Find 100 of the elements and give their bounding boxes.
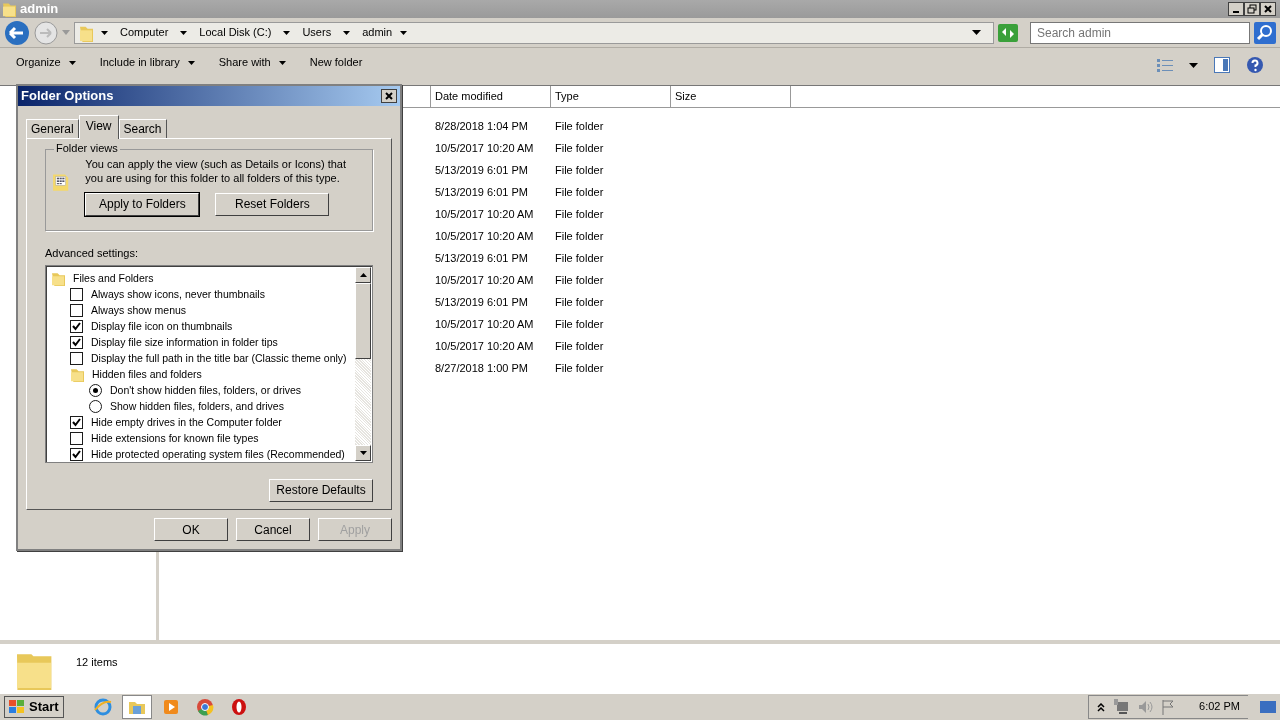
check-icon (71, 417, 82, 429)
table-cell-text: File folder (554, 229, 605, 244)
caret-icon (180, 30, 188, 35)
checkbox[interactable] (70, 448, 83, 461)
close-icon (1263, 4, 1273, 14)
option-label[interactable]: Display file size information in folder tips (91, 336, 278, 349)
refresh-icon[interactable] (998, 23, 1018, 42)
checkbox[interactable] (70, 336, 83, 350)
folder-icon (70, 367, 84, 383)
toolbar-button[interactable]: Include in library (99, 56, 195, 70)
option-label[interactable]: Hide empty drives in the Computer folder (91, 416, 282, 429)
table-cell-text: 5/13/2019 6:01 PM (434, 185, 529, 200)
description: You can apply the view (such as Details or Icons) that you are using for this folder to all folders of this type. (85, 158, 347, 185)
checkbox[interactable] (70, 304, 83, 318)
table-cell-text: File folder (554, 317, 605, 332)
radio-button[interactable] (89, 384, 102, 398)
option-label[interactable]: Don't show hidden files, folders, or drives (110, 384, 302, 397)
caret-icon (101, 30, 108, 35)
network-icon[interactable] (1113, 699, 1130, 715)
tab[interactable]: Search (118, 119, 167, 139)
taskbar-button[interactable] (121, 695, 152, 719)
o-letter-icon (229, 698, 248, 716)
table-cell-text: File folder (554, 207, 605, 222)
search-field[interactable]: Search admin (1030, 21, 1250, 44)
table-cell-text: File folder (554, 185, 605, 200)
flag-icon[interactable] (1161, 699, 1176, 715)
column-header[interactable]: Date modified (431, 86, 551, 107)
chevron-up-icon[interactable] (1097, 702, 1106, 712)
close-button[interactable] (1260, 2, 1276, 16)
table-cell-text: 5/13/2019 6:01 PM (434, 163, 529, 178)
breadcrumb-item[interactable]: Users (298, 25, 336, 40)
table-cell-text: 8/27/2018 1:00 PM (434, 361, 529, 376)
folder-icon (51, 271, 65, 287)
button[interactable]: OK (154, 518, 228, 542)
checkbox[interactable] (70, 352, 83, 366)
option-label[interactable]: Hide extensions for known file types (91, 432, 259, 445)
caret-icon (343, 30, 351, 35)
clock[interactable]: 6:02 PM (1199, 700, 1240, 714)
window-title: admin (20, 1, 59, 17)
table-cell-text: File folder (554, 251, 605, 266)
caret-icon[interactable] (1189, 62, 1198, 68)
scrollbar[interactable] (355, 266, 371, 461)
checkbox[interactable] (70, 288, 83, 302)
ring-icon (195, 698, 214, 716)
column-header[interactable]: Type (551, 86, 671, 107)
section-label: Advanced settings: (45, 247, 139, 261)
toolbar-button[interactable]: Organize (16, 56, 76, 70)
option-label[interactable]: Always show menus (91, 304, 187, 317)
table-cell-text: File folder (554, 119, 605, 134)
button[interactable]: Cancel (236, 518, 310, 542)
check-icon (71, 337, 82, 349)
search-icon[interactable] (1254, 21, 1276, 44)
close-button[interactable] (381, 89, 397, 103)
address-field[interactable]: Computer Local Disk (C:) Users admin (74, 21, 994, 44)
table-cell-text: File folder (554, 273, 605, 288)
table-cell-text: 10/5/2017 10:20 AM (434, 229, 535, 244)
preview-pane-icon[interactable] (1214, 57, 1230, 73)
option-label[interactable]: Display the full path in the title bar (Classic theme only) (91, 352, 347, 365)
globe-icon (93, 698, 112, 716)
option-label[interactable]: Always show icons, never thumbnails (91, 288, 265, 301)
start-button[interactable]: Start (4, 696, 64, 718)
table-cell-text: 10/5/2017 10:20 AM (434, 141, 535, 156)
dialog-title: Folder Options (21, 88, 114, 104)
minimize-button[interactable] (1228, 2, 1244, 16)
help-icon[interactable] (1246, 56, 1264, 74)
table-cell-text: 10/5/2017 10:20 AM (434, 273, 535, 288)
back-icon[interactable] (4, 19, 30, 46)
breadcrumb-item[interactable]: Computer (116, 25, 173, 40)
minimize-icon (1233, 11, 1239, 13)
checkbox[interactable] (70, 320, 83, 334)
button[interactable]: Reset Folders (215, 192, 330, 216)
check-icon (71, 321, 82, 333)
checkbox[interactable] (70, 416, 83, 430)
option-label[interactable]: Hide protected operating system files (Recommended) (91, 448, 345, 461)
option-label[interactable]: Display file icon on thumbnails (91, 320, 233, 333)
breadcrumb-item[interactable]: Local Disk (C:) (195, 25, 276, 40)
tab[interactable]: View (78, 115, 119, 140)
toolbar-button[interactable]: New folder (309, 56, 363, 70)
restore-button[interactable] (1244, 2, 1260, 16)
restore-defaults-button[interactable]: Restore Defaults (269, 478, 373, 502)
table-cell-text: File folder (554, 361, 605, 376)
toolbar-button[interactable]: Share with (218, 56, 286, 70)
table-cell-text: 10/5/2017 10:20 AM (434, 317, 535, 332)
button[interactable]: Apply to Folders (85, 192, 200, 216)
down-arrow-icon (359, 450, 367, 455)
checkbox[interactable] (70, 432, 83, 446)
option-label[interactable]: Show hidden files, folders, and drives (110, 400, 284, 413)
restore-icon (1247, 4, 1257, 14)
column-header[interactable]: Size (671, 86, 791, 107)
tab[interactable]: General (26, 119, 79, 139)
table-cell-text: 8/28/2018 1:04 PM (434, 119, 529, 134)
table-cell-text: File folder (554, 163, 605, 178)
radio-button[interactable] (89, 400, 102, 414)
table-cell-text: 10/5/2017 10:20 AM (434, 207, 535, 222)
up-arrow-icon (359, 272, 367, 277)
dropdown-icon[interactable] (972, 30, 981, 35)
group-label: Files and Folders (73, 272, 154, 285)
breadcrumb-item[interactable]: admin (358, 25, 397, 40)
windows-logo-icon (9, 700, 25, 714)
table-cell-text: 5/13/2019 6:01 PM (434, 295, 529, 310)
